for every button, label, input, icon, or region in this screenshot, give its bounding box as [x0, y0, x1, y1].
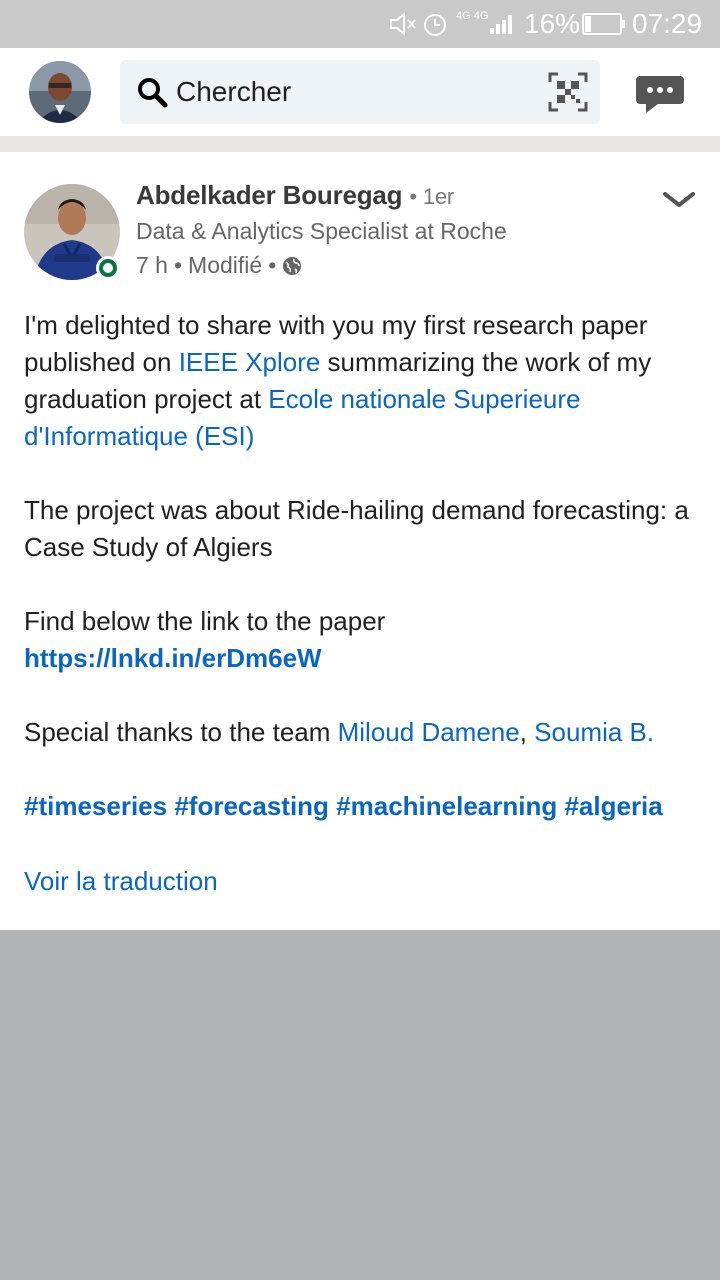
author-name-line[interactable]: Abdelkader Bouregag • 1er: [136, 180, 454, 211]
top-bar: [0, 48, 720, 136]
paper-url-link[interactable]: https://lnkd.in/erDm6eW: [24, 643, 322, 673]
author-name[interactable]: Abdelkader Bouregag: [136, 180, 403, 210]
status-bar: 4G 4G 16% 07:29: [0, 0, 720, 48]
post-paragraph: Special thanks to the team Miloud Damene…: [24, 717, 655, 747]
my-profile-avatar[interactable]: [29, 61, 91, 123]
post-paragraph: I'm delighted to share with you my first…: [24, 310, 652, 451]
clock: 07:29: [632, 8, 703, 39]
link-ieee-xplore[interactable]: IEEE Xplore: [179, 347, 321, 377]
search-icon: [138, 78, 168, 108]
battery-percent: 16%: [524, 8, 581, 39]
search-bar[interactable]: [120, 60, 600, 124]
separator: •: [268, 252, 277, 278]
mention-miloud-damene[interactable]: Miloud Damene: [338, 717, 520, 747]
post-paragraph: The project was about Ride-hailing deman…: [24, 495, 689, 562]
feed-post: Abdelkader Bouregag • 1er Data & Analyti…: [0, 152, 720, 930]
post-meta: 7 h • Modifié •: [136, 252, 302, 279]
battery-icon: [582, 0, 626, 48]
post-time: 7 h: [136, 252, 168, 278]
mention-soumia-b[interactable]: Soumia B.: [534, 717, 654, 747]
qr-code-icon[interactable]: [548, 72, 588, 112]
globe-icon: [283, 256, 302, 275]
alarm-icon: [422, 0, 448, 48]
post-body: I'm delighted to share with you my first…: [24, 307, 704, 862]
separator: •: [173, 252, 183, 278]
search-input[interactable]: [176, 60, 536, 124]
see-translation-link[interactable]: Voir la traduction: [24, 866, 218, 897]
signal-icon: 4G 4G: [456, 0, 518, 48]
separator: •: [409, 184, 423, 209]
post-options-chevron-icon[interactable]: [662, 190, 696, 210]
connection-degree: 1er: [422, 184, 455, 209]
hashtags[interactable]: #timeseries #forecasting #machinelearnin…: [24, 788, 704, 825]
online-status-indicator: [96, 256, 120, 280]
author-headline: Data & Analytics Specialist at Roche: [136, 218, 507, 244]
feed-divider: [0, 136, 720, 152]
edited-label: Modifié: [188, 252, 263, 278]
mute-icon: [388, 0, 418, 48]
post-paragraph: Find below the link to the paper https://…: [24, 606, 386, 673]
messages-icon[interactable]: [636, 72, 684, 114]
